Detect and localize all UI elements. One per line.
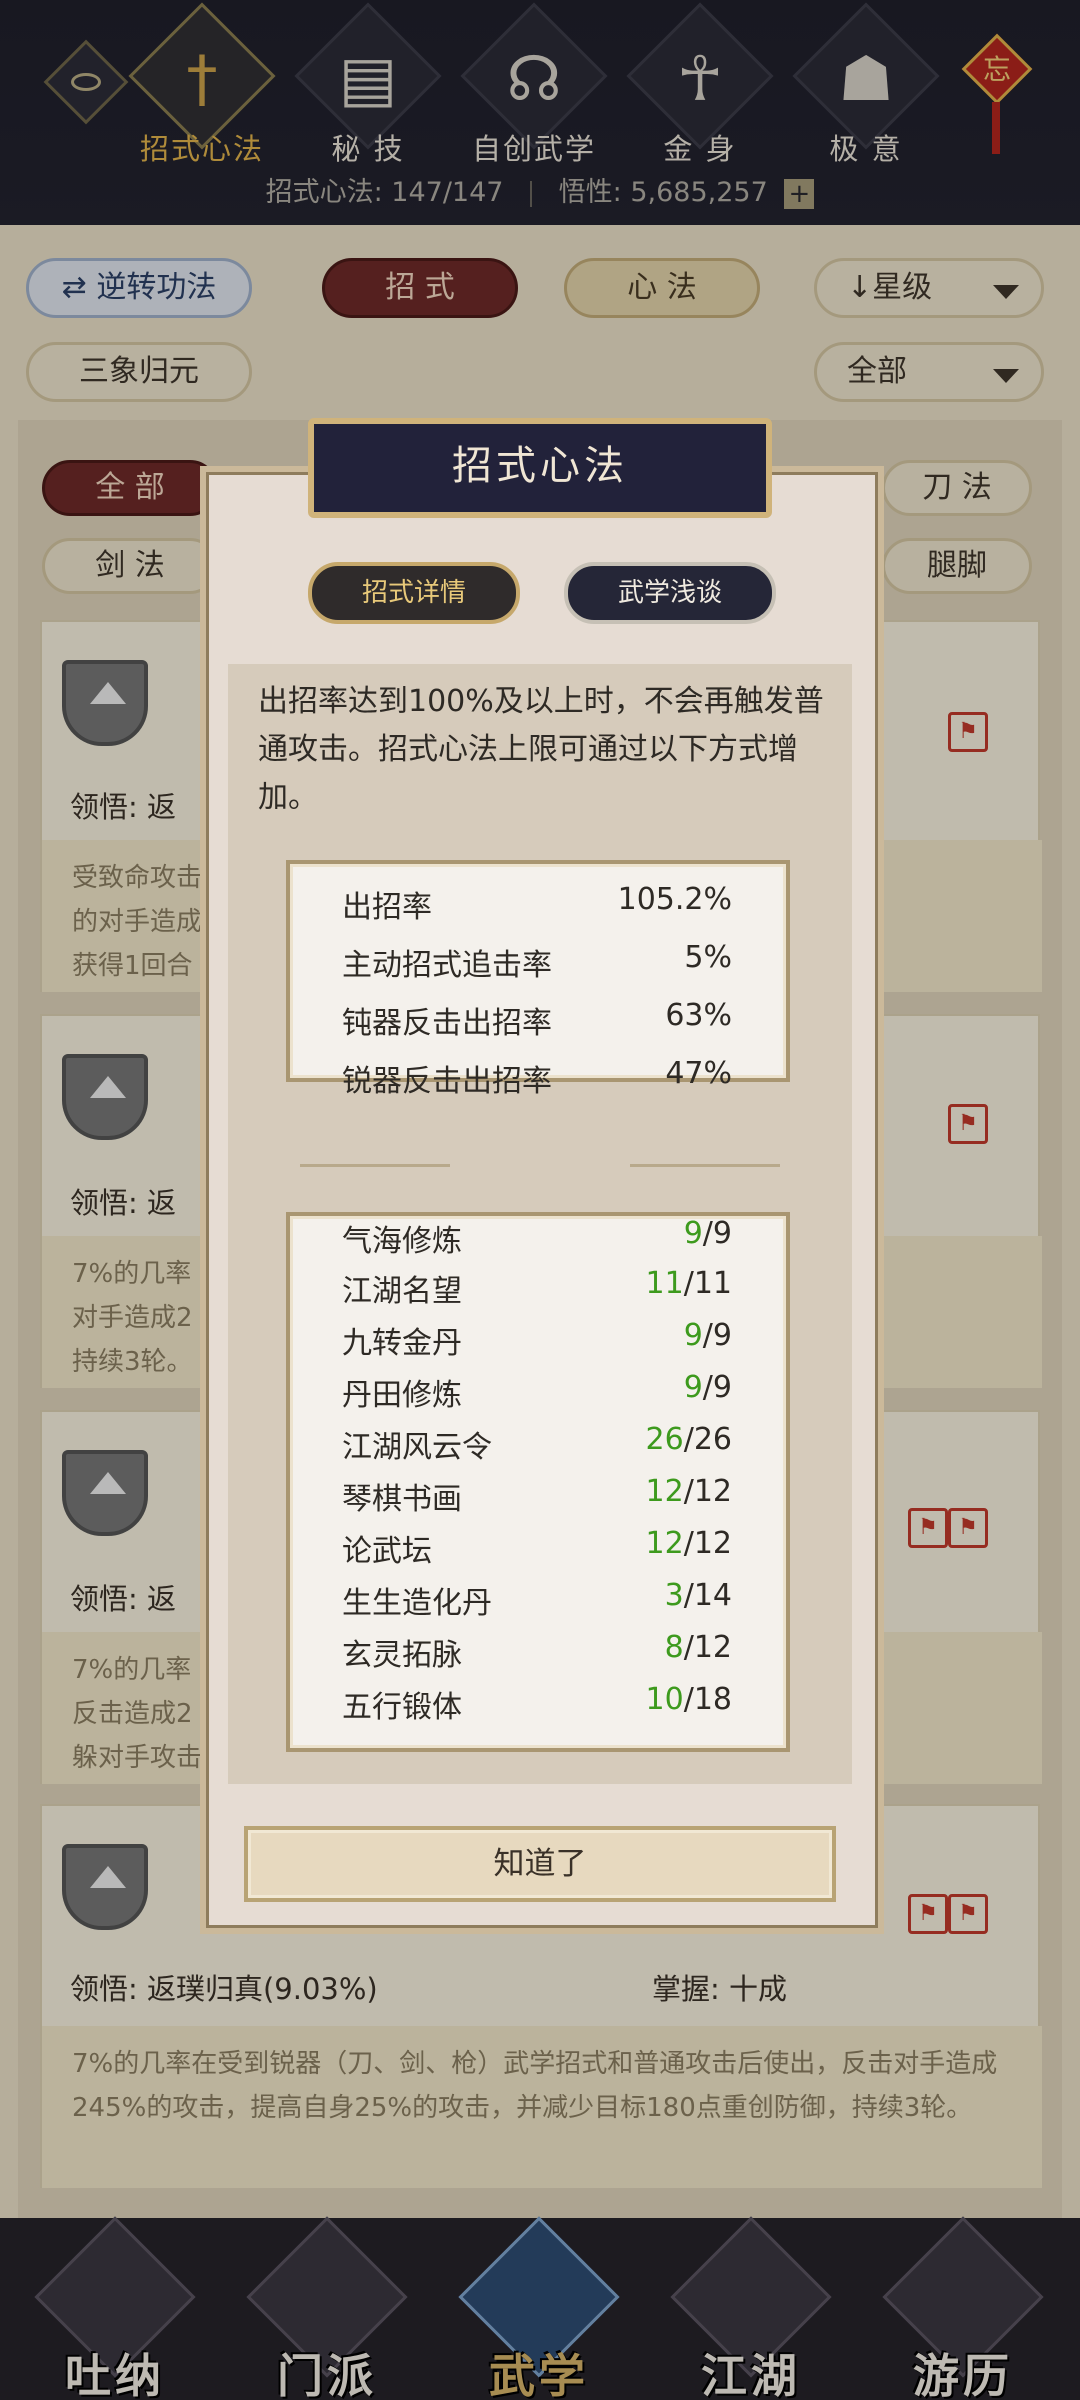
source-name: 五行锻体	[342, 1690, 462, 1725]
source-name: 九转金丹	[342, 1326, 462, 1361]
rate-value: 5%	[684, 940, 732, 975]
source-row: 琴棋书画 12/12	[342, 1474, 732, 1518]
rate-row: 钝器反击出招率 63%	[342, 998, 732, 1042]
rate-name: 钝器反击出招率	[342, 1006, 552, 1041]
source-row: 气海修炼 9/9	[342, 1216, 732, 1260]
source-current: 11	[645, 1266, 684, 1301]
rate-row: 锐器反击出招率 47%	[342, 1056, 732, 1100]
rate-name: 主动招式追击率	[342, 948, 552, 983]
source-row: 江湖风云令 26/26	[342, 1422, 732, 1466]
source-name: 丹田修炼	[342, 1378, 462, 1413]
source-max: /26	[683, 1422, 732, 1457]
intro-text: 出招率达到100%及以上时，不会再触发普通攻击。招式心法上限可通过以下方式增加。	[258, 684, 824, 815]
source-current: 9	[683, 1318, 703, 1353]
source-max: /11	[683, 1266, 732, 1301]
source-max: /9	[702, 1370, 732, 1405]
rate-box: 出招率 105.2% 主动招式追击率 5% 钝器反击出招率 63% 锐器反击出招…	[286, 860, 790, 1099]
rate-value: 47%	[665, 1056, 732, 1091]
rate-name: 出招率	[342, 890, 432, 925]
rate-name: 锐器反击出招率	[342, 1064, 552, 1099]
source-max: /18	[683, 1682, 732, 1717]
source-max: /14	[683, 1578, 732, 1613]
source-row: 九转金丹 9/9	[342, 1318, 732, 1362]
source-current: 12	[645, 1474, 684, 1509]
ornament-divider	[630, 1164, 780, 1167]
source-name: 玄灵拓脉	[342, 1638, 462, 1673]
acknowledge-button[interactable]: 知道了	[244, 1826, 836, 1902]
dialog-title: 招式心法	[308, 418, 772, 518]
rate-row: 主动招式追击率 5%	[342, 940, 732, 984]
source-row: 生生造化丹 3/14	[342, 1578, 732, 1622]
source-row: 江湖名望 11/11	[342, 1266, 732, 1310]
source-name: 生生造化丹	[342, 1586, 492, 1621]
source-row: 五行锻体 10/18	[342, 1682, 732, 1726]
source-current: 3	[664, 1578, 684, 1613]
source-name: 琴棋书画	[342, 1482, 462, 1517]
source-name: 论武坛	[342, 1534, 432, 1569]
rate-row: 出招率 105.2%	[342, 882, 732, 926]
source-name: 江湖风云令	[342, 1430, 492, 1465]
source-max: /9	[702, 1318, 732, 1353]
source-max: /12	[683, 1630, 732, 1665]
source-current: 9	[683, 1370, 703, 1405]
rate-value: 63%	[665, 998, 732, 1033]
rate-value: 105.2%	[617, 882, 732, 917]
tab-skill-details[interactable]: 招式详情	[308, 562, 520, 624]
source-current: 26	[645, 1422, 684, 1457]
source-max: /9	[702, 1216, 732, 1251]
source-current: 8	[664, 1630, 684, 1665]
source-row: 论武坛 12/12	[342, 1526, 732, 1570]
source-row: 玄灵拓脉 8/12	[342, 1630, 732, 1674]
source-list[interactable]: 气海修炼 9/9 江湖名望 11/11 九转金丹 9/9 丹田修炼 9/9 江湖…	[286, 1212, 790, 1752]
source-name: 气海修炼	[342, 1224, 462, 1259]
source-current: 10	[645, 1682, 684, 1717]
info-panel: 出招率达到100%及以上时，不会再触发普通攻击。招式心法上限可通过以下方式增加。…	[228, 664, 852, 1784]
source-current: 12	[645, 1526, 684, 1561]
source-current: 9	[683, 1216, 703, 1251]
source-max: /12	[683, 1474, 732, 1509]
source-name: 江湖名望	[342, 1274, 462, 1309]
source-row: 丹田修炼 9/9	[342, 1370, 732, 1414]
ornament-divider	[300, 1164, 450, 1167]
tab-martial-talk[interactable]: 武学浅谈	[564, 562, 776, 624]
source-max: /12	[683, 1526, 732, 1561]
